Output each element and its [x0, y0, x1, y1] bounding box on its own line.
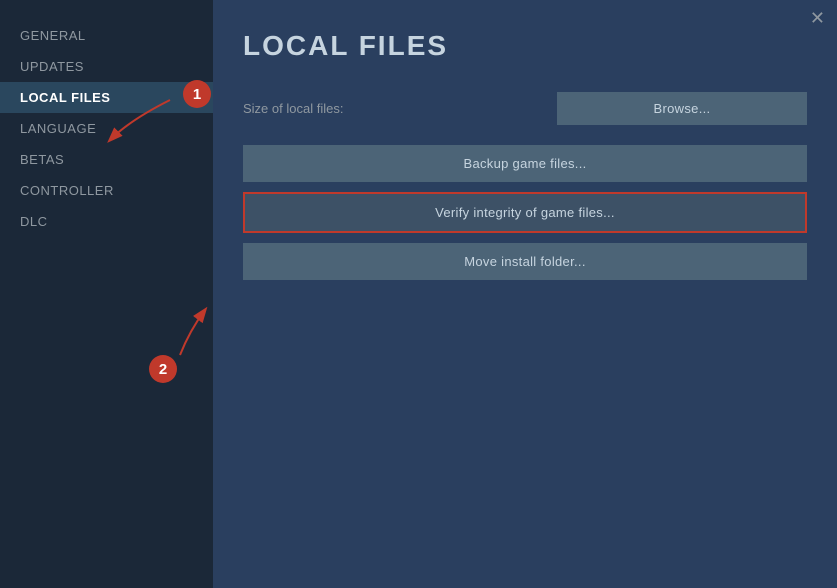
close-button[interactable]: ✕ [810, 8, 825, 29]
backup-button[interactable]: Backup game files... [243, 145, 807, 182]
sidebar: GENERAL UPDATES LOCAL FILES LANGUAGE BET… [0, 0, 213, 588]
verify-integrity-button[interactable]: Verify integrity of game files... [243, 192, 807, 233]
annotation-2: 2 [149, 355, 177, 383]
move-install-folder-button[interactable]: Move install folder... [243, 243, 807, 280]
sidebar-item-dlc[interactable]: DLC [0, 206, 213, 237]
sidebar-item-betas[interactable]: BETAS [0, 144, 213, 175]
size-row: Size of local files: Browse... [243, 92, 807, 125]
browse-button[interactable]: Browse... [557, 92, 807, 125]
size-label: Size of local files: [243, 101, 557, 116]
page-title: LOCAL FILES [243, 30, 807, 62]
content-area: GENERAL UPDATES LOCAL FILES LANGUAGE BET… [0, 0, 837, 588]
sidebar-item-general[interactable]: GENERAL [0, 20, 213, 51]
sidebar-item-language[interactable]: LANGUAGE [0, 113, 213, 144]
sidebar-item-updates[interactable]: UPDATES [0, 51, 213, 82]
sidebar-item-controller[interactable]: CONTROLLER [0, 175, 213, 206]
annotation-1: 1 [183, 80, 211, 108]
steam-properties-window: ✕ GENERAL UPDATES LOCAL FILES LANGUAGE B… [0, 0, 837, 588]
main-panel: LOCAL FILES Size of local files: Browse.… [213, 0, 837, 588]
sidebar-item-local-files[interactable]: LOCAL FILES [0, 82, 213, 113]
